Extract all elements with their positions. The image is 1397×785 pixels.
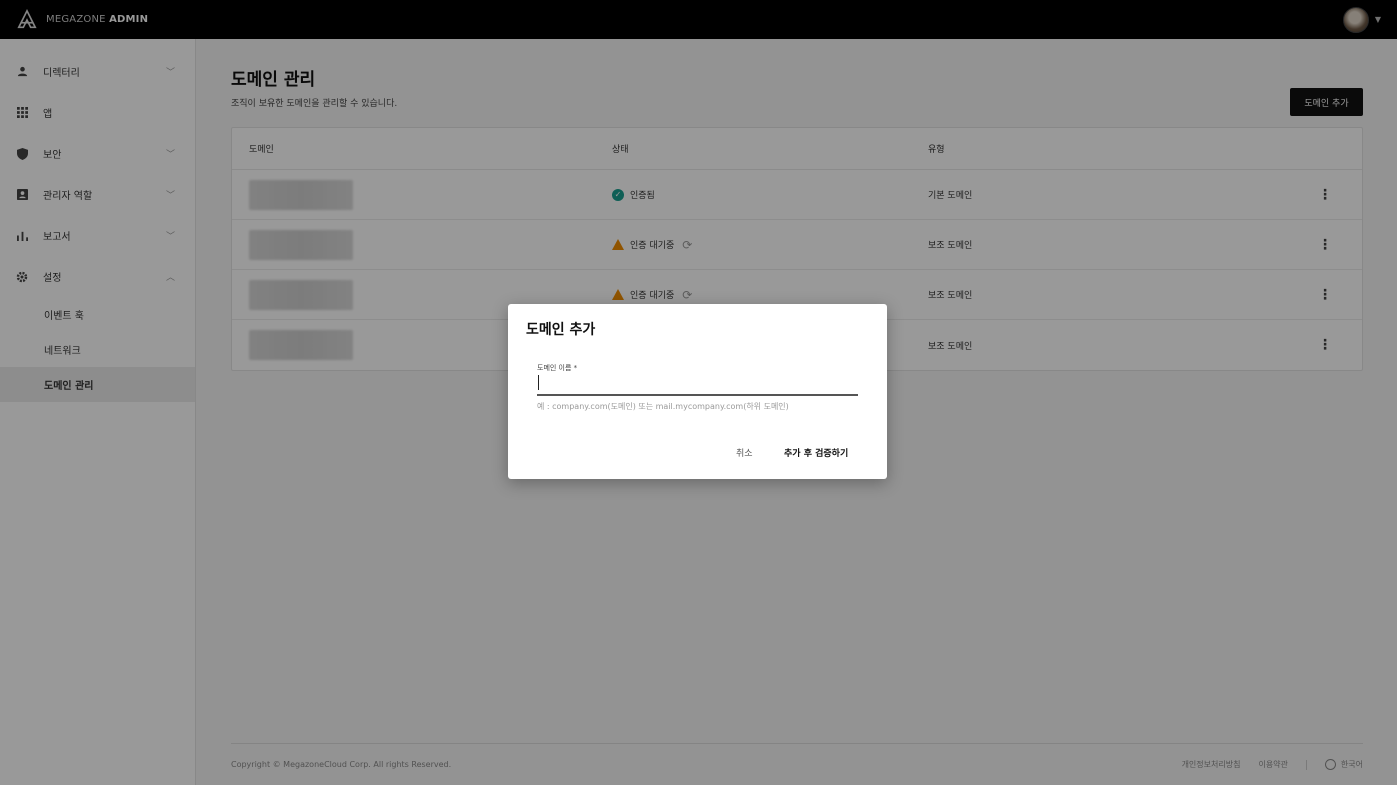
dialog-title: 도메인 추가 xyxy=(526,322,596,338)
add-and-verify-button[interactable]: 추가 후 검증하기 xyxy=(784,446,848,459)
add-domain-dialog: 도메인 추가 도메인 이름 * 예 : company.com(도메인) 또는 … xyxy=(508,304,887,479)
cancel-button[interactable]: 취소 xyxy=(736,446,753,459)
domain-name-hint: 예 : company.com(도메인) 또는 mail.mycompany.c… xyxy=(537,402,789,411)
domain-name-input[interactable] xyxy=(537,372,858,396)
text-cursor xyxy=(538,375,539,390)
